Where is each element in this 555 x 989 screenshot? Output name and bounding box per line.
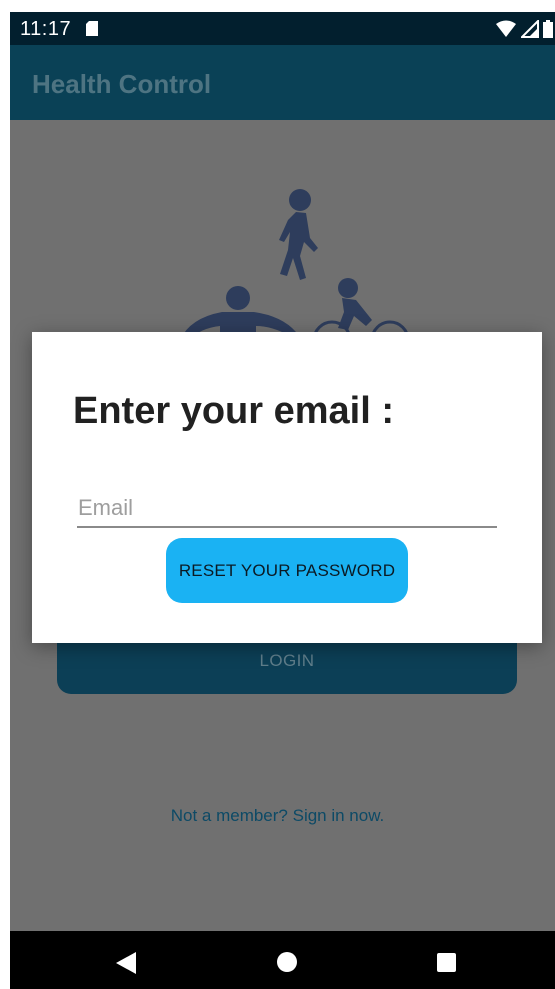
status-icons <box>496 18 553 38</box>
wifi-icon <box>496 20 517 37</box>
reset-password-dialog: Enter your email : RESET YOUR PASSWORD <box>32 332 542 643</box>
app-title: Health Control <box>32 69 212 99</box>
status-bar: 11:17 <box>10 12 555 45</box>
navigation-bar <box>10 931 555 989</box>
home-icon[interactable] <box>277 952 297 977</box>
status-time: 11:17 <box>20 18 72 40</box>
reset-password-button[interactable]: RESET YOUR PASSWORD <box>166 538 408 603</box>
back-icon[interactable] <box>116 952 136 979</box>
signup-link[interactable]: Not a member? Sign in now. <box>10 806 555 826</box>
sd-card-icon <box>86 21 98 41</box>
battery-icon <box>543 20 553 38</box>
app-bar: Health Control <box>10 45 555 120</box>
recents-icon[interactable] <box>437 953 456 977</box>
fitness-illustration-icon <box>180 189 410 340</box>
email-input[interactable] <box>77 490 497 528</box>
signal-icon <box>519 18 539 38</box>
dialog-title: Enter your email : <box>73 390 394 432</box>
app-screen: 11:17 Health Control LOGIN Not a member?… <box>10 12 555 989</box>
